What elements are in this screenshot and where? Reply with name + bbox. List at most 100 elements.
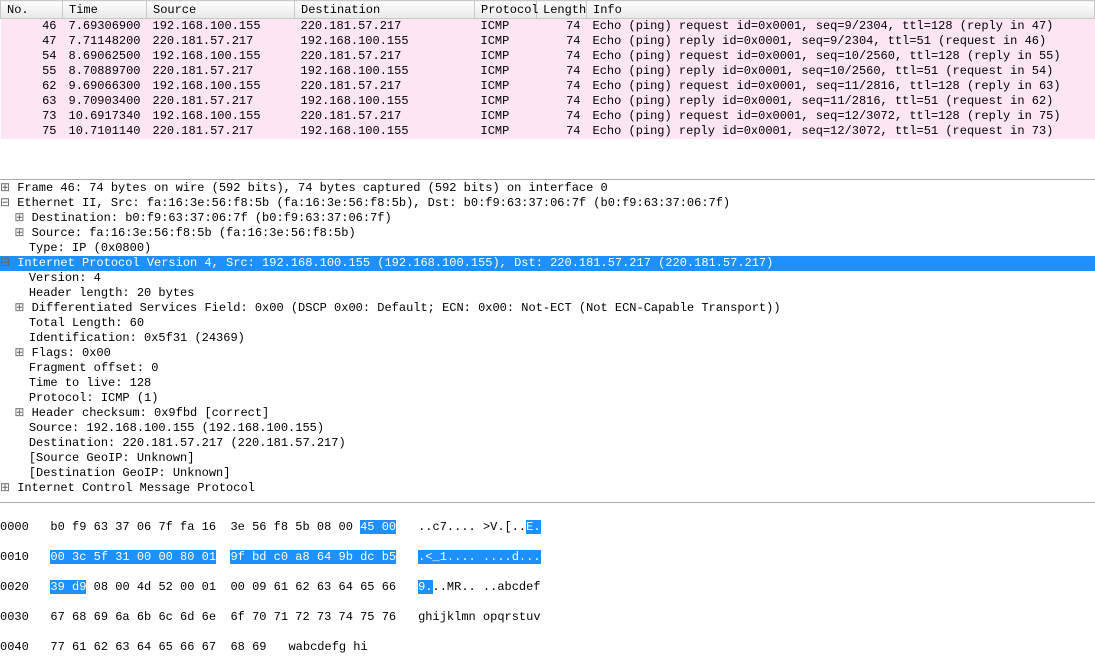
cell: 10.6917340 <box>63 109 147 124</box>
cell: 192.168.100.155 <box>295 124 475 139</box>
cell: 47 <box>1 34 63 49</box>
table-row[interactable]: 7310.6917340192.168.100.155220.181.57.21… <box>1 109 1095 124</box>
cell: 73 <box>1 109 63 124</box>
cell: 46 <box>1 19 63 35</box>
cell: 63 <box>1 94 63 109</box>
cell: 74 <box>537 49 587 64</box>
cell: 192.168.100.155 <box>147 49 295 64</box>
cell: 192.168.100.155 <box>295 64 475 79</box>
packet-list-table[interactable]: No. Time Source Destination Protocol Len… <box>0 0 1095 139</box>
cell: 192.168.100.155 <box>295 34 475 49</box>
cell: 74 <box>537 19 587 35</box>
column-header-row[interactable]: No. Time Source Destination Protocol Len… <box>1 1 1095 19</box>
collapse-icon[interactable]: ⊟ <box>0 256 10 271</box>
expand-icon[interactable]: ⊞ <box>14 211 24 226</box>
ip-ttl[interactable]: Time to live: 128 <box>0 376 1095 391</box>
table-row[interactable]: 639.70903400220.181.57.217192.168.100.15… <box>1 94 1095 109</box>
cell: 220.181.57.217 <box>147 34 295 49</box>
col-no[interactable]: No. <box>1 1 63 19</box>
cell: Echo (ping) request id=0x0001, seq=9/230… <box>587 19 1095 35</box>
ip-destination[interactable]: Destination: 220.181.57.217 (220.181.57.… <box>0 436 1095 451</box>
hex-row[interactable]: 0020 39 d9 08 00 4d 52 00 01 00 09 61 62… <box>0 580 1095 595</box>
ip-frag-offset[interactable]: Fragment offset: 0 <box>0 361 1095 376</box>
expand-icon[interactable]: ⊞ <box>14 226 24 241</box>
collapse-icon[interactable]: ⊟ <box>0 196 10 211</box>
cell: 55 <box>1 64 63 79</box>
eth-dst[interactable]: ⊞ Destination: b0:f9:63:37:06:7f (b0:f9:… <box>0 211 1095 226</box>
cell: 74 <box>537 124 587 139</box>
cell: 8.70889700 <box>63 64 147 79</box>
cell: Echo (ping) reply id=0x0001, seq=11/2816… <box>587 94 1095 109</box>
ip-protocol[interactable]: Protocol: ICMP (1) <box>0 391 1095 406</box>
ip-source-geoip[interactable]: [Source GeoIP: Unknown] <box>0 451 1095 466</box>
cell: ICMP <box>475 34 537 49</box>
table-row[interactable]: 629.69066300192.168.100.155220.181.57.21… <box>1 79 1095 94</box>
expand-icon[interactable]: ⊞ <box>0 481 10 496</box>
cell: 10.7101140 <box>63 124 147 139</box>
col-destination[interactable]: Destination <box>295 1 475 19</box>
col-length[interactable]: Length <box>537 1 587 19</box>
cell: 8.69062500 <box>63 49 147 64</box>
cell: 7.69306900 <box>63 19 147 35</box>
table-row[interactable]: 467.69306900192.168.100.155220.181.57.21… <box>1 19 1095 35</box>
ip-source[interactable]: Source: 192.168.100.155 (192.168.100.155… <box>0 421 1095 436</box>
table-row[interactable]: 7510.7101140220.181.57.217192.168.100.15… <box>1 124 1095 139</box>
cell: Echo (ping) request id=0x0001, seq=10/25… <box>587 49 1095 64</box>
icmp-node[interactable]: ⊞ Internet Control Message Protocol <box>0 481 1095 496</box>
ip-dest-geoip[interactable]: [Destination GeoIP: Unknown] <box>0 466 1095 481</box>
cell: 220.181.57.217 <box>295 19 475 35</box>
cell: 74 <box>537 109 587 124</box>
col-protocol[interactable]: Protocol <box>475 1 537 19</box>
hex-dump-pane[interactable]: 0000 b0 f9 63 37 06 7f fa 16 3e 56 f8 5b… <box>0 502 1095 670</box>
cell: 7.71148200 <box>63 34 147 49</box>
cell: ICMP <box>475 124 537 139</box>
expand-icon[interactable]: ⊞ <box>14 301 24 316</box>
cell: 220.181.57.217 <box>147 124 295 139</box>
expand-icon[interactable]: ⊞ <box>14 346 24 361</box>
ip-identification[interactable]: Identification: 0x5f31 (24369) <box>0 331 1095 346</box>
col-info[interactable]: Info <box>587 1 1095 19</box>
table-row[interactable]: 558.70889700220.181.57.217192.168.100.15… <box>1 64 1095 79</box>
cell: 74 <box>537 79 587 94</box>
ip-dscp[interactable]: ⊞ Differentiated Services Field: 0x00 (D… <box>0 301 1095 316</box>
cell: 192.168.100.155 <box>295 94 475 109</box>
ip-header-length[interactable]: Header length: 20 bytes <box>0 286 1095 301</box>
expand-icon[interactable]: ⊞ <box>14 406 24 421</box>
ip-checksum[interactable]: ⊞ Header checksum: 0x9fbd [correct] <box>0 406 1095 421</box>
ethernet-node[interactable]: ⊟ Ethernet II, Src: fa:16:3e:56:f8:5b (f… <box>0 196 1095 211</box>
eth-src[interactable]: ⊞ Source: fa:16:3e:56:f8:5b (fa:16:3e:56… <box>0 226 1095 241</box>
cell: 9.69066300 <box>63 79 147 94</box>
eth-type[interactable]: Type: IP (0x0800) <box>0 241 1095 256</box>
cell: Echo (ping) reply id=0x0001, seq=9/2304,… <box>587 34 1095 49</box>
col-source[interactable]: Source <box>147 1 295 19</box>
hex-row[interactable]: 0000 b0 f9 63 37 06 7f fa 16 3e 56 f8 5b… <box>0 520 1095 535</box>
cell: 74 <box>537 64 587 79</box>
ip-version[interactable]: Version: 4 <box>0 271 1095 286</box>
cell: 220.181.57.217 <box>295 79 475 94</box>
cell: ICMP <box>475 64 537 79</box>
cell: 74 <box>537 34 587 49</box>
cell: ICMP <box>475 19 537 35</box>
cell: 192.168.100.155 <box>147 19 295 35</box>
cell: ICMP <box>475 49 537 64</box>
table-row[interactable]: 477.71148200220.181.57.217192.168.100.15… <box>1 34 1095 49</box>
ip-node-selected[interactable]: ⊟ Internet Protocol Version 4, Src: 192.… <box>0 256 1095 271</box>
cell: 74 <box>537 94 587 109</box>
cell: 192.168.100.155 <box>147 109 295 124</box>
cell: 220.181.57.217 <box>295 49 475 64</box>
frame-node[interactable]: ⊞ Frame 46: 74 bytes on wire (592 bits),… <box>0 181 1095 196</box>
cell: 75 <box>1 124 63 139</box>
packet-details-pane[interactable]: ⊞ Frame 46: 74 bytes on wire (592 bits),… <box>0 179 1095 496</box>
cell: 62 <box>1 79 63 94</box>
cell: 9.70903400 <box>63 94 147 109</box>
cell: Echo (ping) request id=0x0001, seq=12/30… <box>587 109 1095 124</box>
cell: ICMP <box>475 94 537 109</box>
expand-icon[interactable]: ⊞ <box>0 181 10 196</box>
table-row[interactable]: 548.69062500192.168.100.155220.181.57.21… <box>1 49 1095 64</box>
hex-row[interactable]: 0010 00 3c 5f 31 00 00 80 01 9f bd c0 a8… <box>0 550 1095 565</box>
col-time[interactable]: Time <box>63 1 147 19</box>
ip-total-length[interactable]: Total Length: 60 <box>0 316 1095 331</box>
ip-flags[interactable]: ⊞ Flags: 0x00 <box>0 346 1095 361</box>
hex-row[interactable]: 0040 77 61 62 63 64 65 66 67 68 69wabcde… <box>0 640 1095 655</box>
cell: Echo (ping) request id=0x0001, seq=11/28… <box>587 79 1095 94</box>
